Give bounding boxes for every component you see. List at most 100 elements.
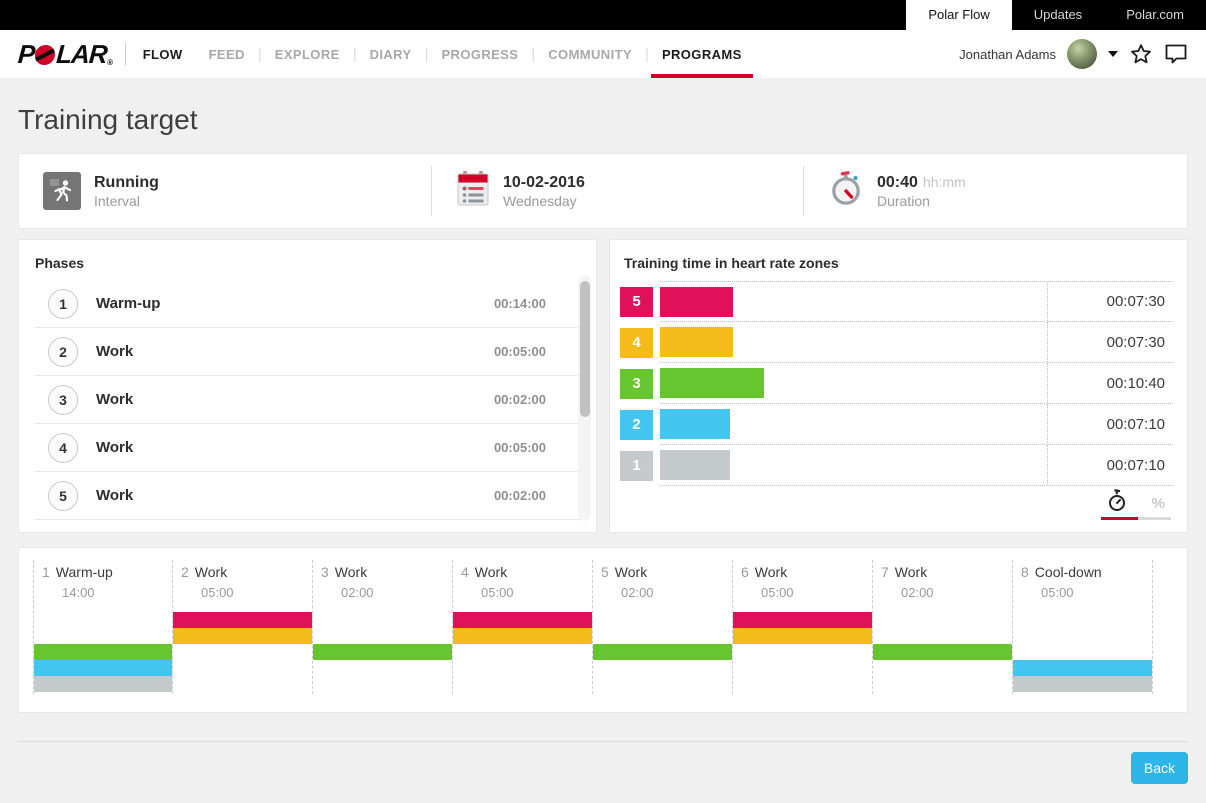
toggle-time-stopwatch-icon[interactable] (1107, 489, 1127, 512)
sport-section: Running Interval (19, 166, 431, 216)
timeline-phase-duration: 05:00 (1013, 585, 1152, 600)
timeline-phase-6[interactable]: 6Work 05:00 (733, 560, 873, 694)
zone-1-badge: 1 (620, 451, 653, 481)
back-button[interactable]: Back (1131, 752, 1188, 784)
timeline-zone-4-band (453, 628, 592, 644)
zone-4-time: 00:07:30 (1047, 322, 1173, 362)
zone-4-bar-track (660, 322, 1047, 362)
timeline-phase-3[interactable]: 3Work 02:00 (313, 560, 453, 694)
phase-row-2[interactable]: 2 Work 00:05:00 (35, 328, 580, 376)
target-weekday: Wednesday (503, 193, 585, 210)
toggle-percent-button[interactable]: % (1152, 495, 1165, 512)
main-nav-bar: PLAR® FLOW FEED | EXPLORE | DIARY | PROG… (0, 30, 1206, 78)
zone-2-bar (660, 409, 730, 439)
zone-5-bar-track (660, 282, 1047, 321)
timeline-phase-name: Work (615, 564, 647, 580)
timeline-phase-2[interactable]: 2Work 05:00 (173, 560, 313, 694)
topbar-tab-polar-com[interactable]: Polar.com (1104, 0, 1206, 30)
phase-row-4[interactable]: 4 Work 00:05:00 (35, 424, 580, 472)
time-percent-toggle: % (1101, 489, 1171, 520)
timeline-zone-1-band (1013, 676, 1152, 692)
phase-list: 1 Warm-up 00:14:00 2 Work 00:05:00 3 Wor… (35, 280, 580, 520)
timeline-phase-duration: 02:00 (873, 585, 1012, 600)
timeline-phase-duration: 05:00 (453, 585, 592, 600)
user-name[interactable]: Jonathan Adams (959, 47, 1056, 62)
page-content: Training target Running Interval (0, 104, 1206, 784)
phase-number-badge: 2 (48, 337, 78, 367)
timeline-zone-3-band (873, 644, 1012, 660)
timeline-phase-name: Cool-down (1035, 564, 1102, 580)
duration-label: Duration (877, 193, 966, 210)
heart-rate-zones-panel: Training time in heart rate zones 5 00:0… (609, 239, 1188, 533)
topbar-tab-updates[interactable]: Updates (1012, 0, 1104, 30)
footer: Back (18, 741, 1188, 784)
nav-user-area: Jonathan Adams (959, 39, 1188, 69)
timeline-phase-name: Work (475, 564, 507, 580)
menu-item-progress[interactable]: PROGRESS (428, 30, 531, 78)
timeline-phase-duration: 14:00 (34, 585, 172, 600)
phase-duration: 00:02:00 (494, 392, 546, 407)
phases-scrollbar-track[interactable] (578, 275, 591, 521)
chevron-down-icon[interactable] (1108, 51, 1118, 57)
toggle-underline (1101, 517, 1171, 520)
phase-name: Warm-up (96, 295, 160, 312)
zone-1-time: 00:07:10 (1047, 445, 1173, 485)
logo-letter-p: P (17, 39, 36, 70)
messages-chat-icon[interactable] (1164, 43, 1188, 65)
polar-logo[interactable]: PLAR® (17, 39, 114, 70)
phase-number-badge: 3 (48, 385, 78, 415)
zone-3-bar (660, 368, 764, 398)
phase-number-badge: 1 (48, 289, 78, 319)
duration-value: 00:40hh:mm (877, 172, 966, 193)
timeline-phase-8[interactable]: 8Cool-down 05:00 (1013, 560, 1153, 694)
zone-row-1: 1 00:07:10 (620, 445, 1173, 486)
timeline-phase-name: Work (335, 564, 367, 580)
menu-item-diary[interactable]: DIARY (357, 30, 425, 78)
zone-row-2: 2 00:07:10 (620, 404, 1173, 445)
menu-item-flow[interactable]: FLOW (130, 30, 196, 78)
menu-item-community[interactable]: COMMUNITY (535, 30, 645, 78)
timeline-phase-7[interactable]: 7Work 02:00 (873, 560, 1013, 694)
zone-5-badge: 5 (620, 287, 653, 317)
menu-item-feed[interactable]: FEED (196, 30, 258, 78)
phases-scrollbar-thumb[interactable] (580, 281, 590, 417)
timeline-zone-4-band (733, 628, 872, 644)
zone-5-bar (660, 287, 733, 317)
zone-1-bar-track (660, 445, 1047, 485)
zone-row-3: 3 00:10:40 (620, 363, 1173, 404)
timeline-phase-number: 1 (42, 564, 50, 580)
timeline-phase-4[interactable]: 4Work 05:00 (453, 560, 593, 694)
timeline-zone-3-band (593, 644, 732, 660)
phase-row-1[interactable]: 1 Warm-up 00:14:00 (35, 280, 580, 328)
topbar-tab-polar-flow[interactable]: Polar Flow (906, 0, 1011, 30)
menu-item-explore[interactable]: EXPLORE (262, 30, 353, 78)
timeline-phase-duration: 02:00 (313, 585, 452, 600)
toggle-inactive-indicator (1138, 517, 1171, 520)
menu-item-programs[interactable]: PROGRAMS (649, 30, 755, 78)
zone-2-bar-track (660, 404, 1047, 444)
favorites-star-icon[interactable] (1129, 42, 1153, 66)
registered-mark: ® (107, 58, 113, 67)
phase-row-5[interactable]: 5 Work 00:02:00 (35, 472, 580, 520)
timeline-phase-1[interactable]: 1 Warm-up 14:00 (33, 560, 173, 694)
zone-3-time: 00:10:40 (1047, 363, 1173, 403)
zone-1-bar (660, 450, 730, 480)
calendar-icon (456, 170, 490, 212)
timeline-phase-number: 2 (181, 564, 189, 580)
top-bar: Polar Flow Updates Polar.com (0, 0, 1206, 30)
timeline-phase-5[interactable]: 5Work 02:00 (593, 560, 733, 694)
phase-name: Work (96, 391, 133, 408)
user-avatar[interactable] (1067, 39, 1097, 69)
logo-divider (125, 43, 126, 65)
timeline-zone-3-band (313, 644, 452, 660)
training-summary-card: Running Interval (18, 153, 1188, 229)
timeline-phase-duration: 05:00 (173, 585, 312, 600)
timeline-phase-name: Warm-up (56, 564, 113, 580)
zone-4-badge: 4 (620, 328, 653, 358)
timeline-zone-2-band (1013, 660, 1152, 676)
timeline-phase-duration: 05:00 (733, 585, 872, 600)
timeline-zone-3-band (34, 644, 172, 660)
zone-3-badge: 3 (620, 369, 653, 399)
phases-panel-title: Phases (35, 255, 580, 271)
phase-row-3[interactable]: 3 Work 00:02:00 (35, 376, 580, 424)
